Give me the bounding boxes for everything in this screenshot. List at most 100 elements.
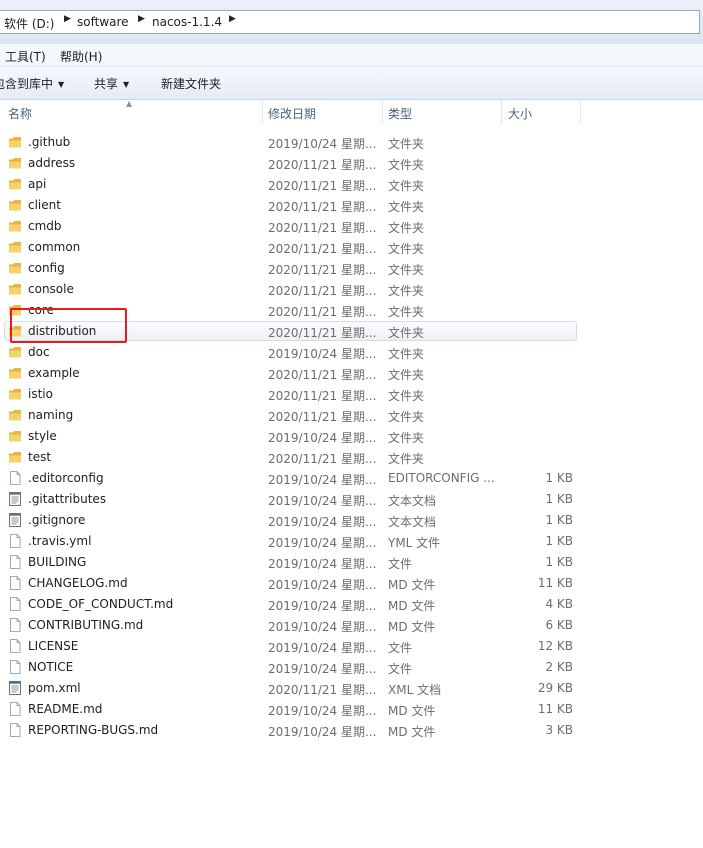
folder-row[interactable]: istio 2020/11/21 星期... 文件夹: [0, 384, 703, 405]
breadcrumb-chevron-icon[interactable]: ▶: [229, 14, 236, 24]
column-divider[interactable]: [580, 100, 581, 124]
file-size: 3 KB: [545, 723, 573, 737]
file-row[interactable]: CODE_OF_CONDUCT.md 2019/10/24 星期... MD 文件 4…: [0, 594, 703, 615]
folder-row[interactable]: address 2020/11/21 星期... 文件夹: [0, 153, 703, 174]
column-divider[interactable]: [262, 100, 263, 124]
file-icon: [8, 576, 22, 590]
new-folder-button[interactable]: 新建文件夹: [161, 75, 221, 92]
folder-row[interactable]: style 2019/10/24 星期... 文件夹: [0, 426, 703, 447]
file-type: 文件夹: [388, 326, 425, 340]
file-name: CONTRIBUTING.md: [28, 618, 144, 632]
file-date: 2019/10/24 星期...: [268, 515, 377, 529]
folder-icon: [8, 450, 22, 464]
file-type: MD 文件: [388, 620, 436, 634]
file-name: LICENSE: [28, 639, 79, 653]
folder-row[interactable]: test 2020/11/21 星期... 文件夹: [0, 447, 703, 468]
file-row[interactable]: .editorconfig 2019/10/24 星期... EDITORCONFI…: [0, 468, 703, 489]
text-file-icon: [8, 492, 22, 506]
file-row[interactable]: .travis.yml 2019/10/24 星期... YML 文件 1 KB: [0, 531, 703, 552]
file-type: 文件: [388, 641, 413, 655]
column-header-date[interactable]: 修改日期: [268, 105, 316, 122]
file-size: 1 KB: [545, 492, 573, 506]
folder-row[interactable]: naming 2020/11/21 星期... 文件夹: [0, 405, 703, 426]
folder-row[interactable]: console 2020/11/21 星期... 文件夹: [0, 279, 703, 300]
include-in-library-label: 包含到库中: [0, 77, 54, 91]
share-button[interactable]: 共享 ▼: [94, 75, 129, 92]
file-row[interactable]: LICENSE 2019/10/24 星期... 文件 12 KB: [0, 636, 703, 657]
column-header-name[interactable]: 名称: [8, 105, 32, 122]
menu-tools[interactable]: 工具(T): [5, 48, 46, 65]
file-name: README.md: [28, 702, 103, 716]
file-date: 2020/11/21 星期...: [268, 221, 377, 235]
folder-icon: [8, 387, 22, 401]
file-name: common: [28, 240, 81, 254]
file-name: config: [28, 261, 65, 275]
folder-row[interactable]: .github 2019/10/24 星期... 文件夹: [0, 132, 703, 153]
file-icon: [8, 471, 22, 485]
file-name: NOTICE: [28, 660, 74, 674]
column-header-type[interactable]: 类型: [388, 105, 412, 122]
folder-icon: [8, 177, 22, 191]
folder-row[interactable]: api 2020/11/21 星期... 文件夹: [0, 174, 703, 195]
file-size: 4 KB: [545, 597, 573, 611]
file-name: istio: [28, 387, 53, 401]
file-row[interactable]: CHANGELOG.md 2019/10/24 星期... MD 文件 11 KB: [0, 573, 703, 594]
file-type: 文件夹: [388, 263, 425, 277]
file-size: 1 KB: [545, 534, 573, 548]
file-size: 12 KB: [537, 639, 573, 653]
folder-row[interactable]: client 2020/11/21 星期... 文件夹: [0, 195, 703, 216]
xml-file-icon: [8, 681, 22, 695]
file-type: 文件夹: [388, 284, 425, 298]
file-date: 2019/10/24 星期...: [268, 536, 377, 550]
file-type: 文件夹: [388, 137, 425, 151]
file-size: 2 KB: [545, 660, 573, 674]
column-header-size[interactable]: 大小: [508, 105, 532, 122]
file-type: YML 文件: [388, 536, 441, 550]
file-row[interactable]: REPORTING-BUGS.md 2019/10/24 星期... MD 文件 3 …: [0, 720, 703, 741]
file-date: 2020/11/21 星期...: [268, 305, 377, 319]
file-type: 文件夹: [388, 431, 425, 445]
file-type: 文件夹: [388, 221, 425, 235]
file-type: MD 文件: [388, 578, 436, 592]
file-date: 2020/11/21 星期...: [268, 410, 377, 424]
file-row[interactable]: .gitattributes 2019/10/24 星期... 文本文档 1 KB: [0, 489, 703, 510]
folder-row[interactable]: doc 2019/10/24 星期... 文件夹: [0, 342, 703, 363]
column-divider[interactable]: [501, 100, 502, 124]
folder-row[interactable]: common 2020/11/21 星期... 文件夹: [0, 237, 703, 258]
file-size: 11 KB: [537, 702, 573, 716]
file-row[interactable]: BUILDING 2019/10/24 星期... 文件 1 KB: [0, 552, 703, 573]
file-name: CHANGELOG.md: [28, 576, 128, 590]
file-name: client: [28, 198, 61, 212]
column-divider[interactable]: [382, 100, 383, 124]
file-row[interactable]: README.md 2019/10/24 星期... MD 文件 11 KB: [0, 699, 703, 720]
highlight-annotation-box: [10, 308, 127, 343]
file-size: 29 KB: [537, 681, 573, 695]
breadcrumb-drive[interactable]: 软件 (D:): [4, 15, 54, 32]
file-type: 文件夹: [388, 242, 425, 256]
include-in-library-button[interactable]: 包含到库中 ▼: [0, 75, 64, 92]
file-name: .gitattributes: [28, 492, 107, 506]
folder-row[interactable]: example 2020/11/21 星期... 文件夹: [0, 363, 703, 384]
address-field[interactable]: 软件 (D:) ▶ software ▶ nacos-1.1.4 ▶: [0, 10, 700, 34]
file-date: 2019/10/24 星期...: [268, 137, 377, 151]
file-row[interactable]: pom.xml 2020/11/21 星期... XML 文档 29 KB: [0, 678, 703, 699]
folder-row[interactable]: config 2020/11/21 星期... 文件夹: [0, 258, 703, 279]
file-row[interactable]: .gitignore 2019/10/24 星期... 文本文档 1 KB: [0, 510, 703, 531]
file-row[interactable]: NOTICE 2019/10/24 星期... 文件 2 KB: [0, 657, 703, 678]
file-date: 2020/11/21 星期...: [268, 179, 377, 193]
file-type: MD 文件: [388, 599, 436, 613]
file-size: 1 KB: [545, 555, 573, 569]
breadcrumb-chevron-icon[interactable]: ▶: [138, 14, 145, 24]
menu-help[interactable]: 帮助(H): [60, 48, 102, 65]
file-row[interactable]: CONTRIBUTING.md 2019/10/24 星期... MD 文件 6 KB: [0, 615, 703, 636]
breadcrumb-nacos[interactable]: nacos-1.1.4: [152, 15, 222, 29]
address-bar: 软件 (D:) ▶ software ▶ nacos-1.1.4 ▶: [0, 0, 703, 44]
folder-icon: [8, 345, 22, 359]
breadcrumb-chevron-icon[interactable]: ▶: [64, 14, 71, 24]
folder-row[interactable]: cmdb 2020/11/21 星期... 文件夹: [0, 216, 703, 237]
folder-icon: [8, 198, 22, 212]
breadcrumb-software[interactable]: software: [77, 15, 129, 29]
file-name: .github: [28, 135, 71, 149]
file-date: 2019/10/24 星期...: [268, 725, 377, 739]
file-icon: [8, 555, 22, 569]
